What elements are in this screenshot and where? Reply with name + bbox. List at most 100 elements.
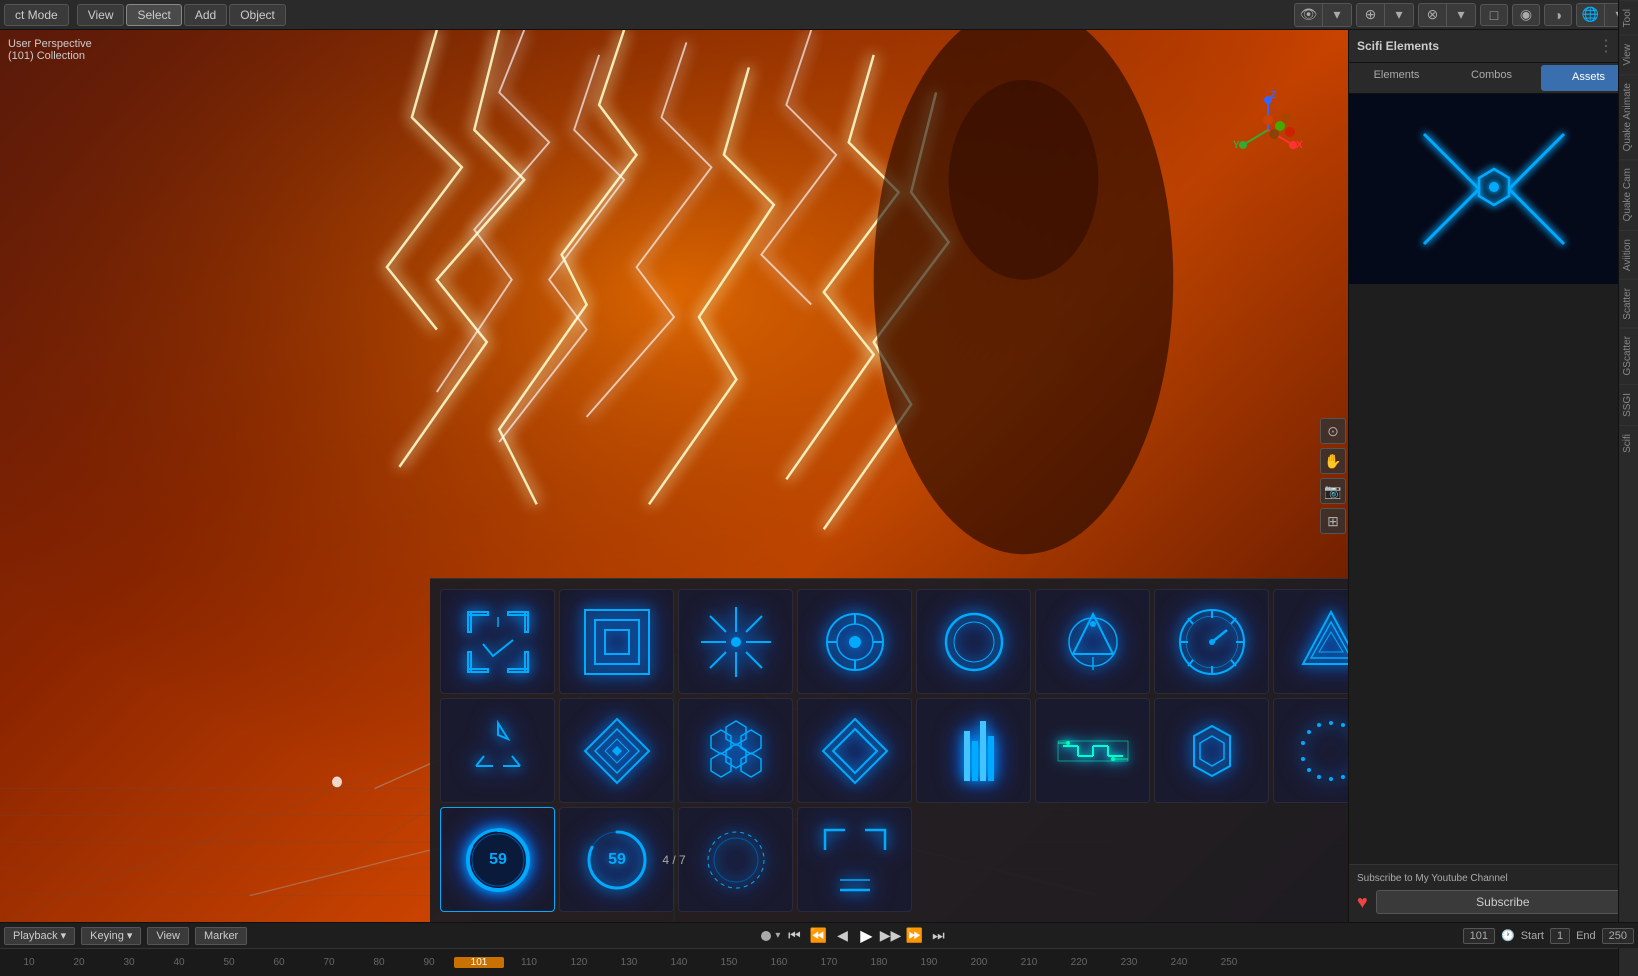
side-tab-ssgi[interactable]: SSGI <box>1619 384 1638 425</box>
asset-item-3[interactable] <box>678 589 793 694</box>
render-shading-icon[interactable]: ◉ <box>1512 4 1540 26</box>
asset-item-4[interactable] <box>797 589 912 694</box>
next-keyframe-btn[interactable]: ⏩ <box>904 926 924 946</box>
svg-text:59: 59 <box>489 851 507 868</box>
mode-button[interactable]: ct Mode <box>4 4 69 26</box>
side-tab-scifi[interactable]: Scifi <box>1619 425 1638 461</box>
frame-180[interactable]: 180 <box>854 957 904 968</box>
side-tab-tool[interactable]: Tool <box>1619 0 1638 35</box>
frame-70[interactable]: 70 <box>304 957 354 968</box>
frame-160[interactable]: 160 <box>754 957 804 968</box>
side-tab-quake-cam[interactable]: Quake Cam <box>1619 159 1638 229</box>
asset-item-10[interactable] <box>559 698 674 803</box>
play-btn[interactable]: ▶ <box>856 926 876 946</box>
frame-220[interactable]: 220 <box>1054 957 1104 968</box>
frame-210[interactable]: 210 <box>1004 957 1054 968</box>
asset-item-18[interactable]: 59 <box>559 807 674 912</box>
chevron-down-icon[interactable]: ▾ <box>1323 4 1351 26</box>
keying-button[interactable]: Keying▾ <box>81 927 141 945</box>
tab-elements[interactable]: Elements <box>1349 63 1444 93</box>
side-tab-view[interactable]: View <box>1619 35 1638 74</box>
frame-200[interactable]: 200 <box>954 957 1004 968</box>
select-button[interactable]: Select <box>126 4 181 26</box>
cursor-icon[interactable]: ⊙ <box>1320 418 1346 444</box>
frame-90[interactable]: 90 <box>404 957 454 968</box>
asset-item-12[interactable] <box>797 698 912 803</box>
material-shading-icon[interactable]: ◑ <box>1544 4 1572 26</box>
frame-dot[interactable] <box>761 931 771 941</box>
next-frame-btn[interactable]: ▶▶ <box>880 926 900 946</box>
asset-item-14[interactable] <box>1035 698 1150 803</box>
render-icon[interactable]: 🌐 <box>1577 4 1605 26</box>
frame-140[interactable]: 140 <box>654 957 704 968</box>
asset-item-5[interactable] <box>916 589 1031 694</box>
panel-title: Scifi Elements <box>1357 39 1439 53</box>
view-button[interactable]: View <box>77 4 125 26</box>
asset-item-17[interactable]: 59 <box>440 807 555 912</box>
collection-label: (101) Collection <box>8 50 92 62</box>
frame-40[interactable]: 40 <box>154 957 204 968</box>
hand-icon[interactable]: ✋ <box>1320 448 1346 474</box>
add-button[interactable]: Add <box>184 4 227 26</box>
frame-101[interactable]: 101 <box>454 957 504 968</box>
camera-icon[interactable]: 📷 <box>1320 478 1346 504</box>
frame-dot-arrow[interactable]: ▾ <box>775 930 780 941</box>
side-tab-aviition[interactable]: Aviition <box>1619 230 1638 279</box>
object-button[interactable]: Object <box>229 4 286 26</box>
frame-250[interactable]: 250 <box>1204 957 1254 968</box>
asset-item-19[interactable] <box>678 807 793 912</box>
jump-to-start-btn[interactable]: ⏮ <box>784 926 804 946</box>
subscribe-button[interactable]: Subscribe <box>1376 890 1630 914</box>
jump-to-end-btn[interactable]: ⏭ <box>928 926 948 946</box>
asset-item-6[interactable] <box>1035 589 1150 694</box>
asset-item-16[interactable] <box>1273 698 1348 803</box>
asset-item-13[interactable] <box>916 698 1031 803</box>
frame-110[interactable]: 110 <box>504 957 554 968</box>
svg-text:Y: Y <box>1233 140 1240 151</box>
overlay-group: ⊗ ▾ <box>1418 3 1476 27</box>
chevron-down-icon3[interactable]: ▾ <box>1447 4 1475 26</box>
asset-item-11[interactable] <box>678 698 793 803</box>
svg-text:X: X <box>1296 140 1303 151</box>
solid-shading-icon[interactable]: □ <box>1480 4 1508 26</box>
asset-item-20[interactable] <box>797 807 912 912</box>
prev-frame-btn[interactable]: ◀ <box>832 926 852 946</box>
chevron-down-icon2[interactable]: ▾ <box>1385 4 1413 26</box>
asset-item-9[interactable] <box>440 698 555 803</box>
gizmo-icon[interactable]: ⊕ <box>1357 4 1385 26</box>
view-timeline-button[interactable]: View <box>147 927 189 945</box>
frame-240[interactable]: 240 <box>1154 957 1204 968</box>
frame-60[interactable]: 60 <box>254 957 304 968</box>
frame-80[interactable]: 80 <box>354 957 404 968</box>
frame-230[interactable]: 230 <box>1104 957 1154 968</box>
asset-item-15[interactable] <box>1154 698 1269 803</box>
frame-130[interactable]: 130 <box>604 957 654 968</box>
prev-keyframe-btn[interactable]: ⏪ <box>808 926 828 946</box>
asset-item-8[interactable] <box>1273 589 1348 694</box>
side-tab-scatter[interactable]: Scatter <box>1619 279 1638 328</box>
playback-button[interactable]: Playback▾ <box>4 927 75 945</box>
frame-190[interactable]: 190 <box>904 957 954 968</box>
frame-120[interactable]: 120 <box>554 957 604 968</box>
panel-content <box>1349 284 1638 864</box>
asset-item-1[interactable] <box>440 589 555 694</box>
overlay-icon[interactable]: ⊗ <box>1419 4 1447 26</box>
frame-50[interactable]: 50 <box>204 957 254 968</box>
grid-icon[interactable]: ⊞ <box>1320 508 1346 534</box>
asset-item-7[interactable] <box>1154 589 1269 694</box>
main-content: User Perspective (101) Collection Z X Y <box>0 30 1638 922</box>
frame-150[interactable]: 150 <box>704 957 754 968</box>
frame-10[interactable]: 10 <box>4 957 54 968</box>
viewport-right-icons: ⊙ ✋ 📷 ⊞ <box>1320 418 1346 534</box>
frame-20[interactable]: 20 <box>54 957 104 968</box>
side-tab-quake-animate[interactable]: Quake Animate <box>1619 74 1638 159</box>
side-tab-gscatter[interactable]: GScatter <box>1619 327 1638 383</box>
viewport[interactable]: User Perspective (101) Collection Z X Y <box>0 30 1348 922</box>
tab-combos[interactable]: Combos <box>1444 63 1539 93</box>
eye-icon[interactable]: 👁 <box>1295 4 1323 26</box>
frame-170[interactable]: 170 <box>804 957 854 968</box>
asset-item-2[interactable] <box>559 589 674 694</box>
frame-30[interactable]: 30 <box>104 957 154 968</box>
transform-widget: Z X Y <box>1228 90 1308 170</box>
marker-button[interactable]: Marker <box>195 927 247 945</box>
